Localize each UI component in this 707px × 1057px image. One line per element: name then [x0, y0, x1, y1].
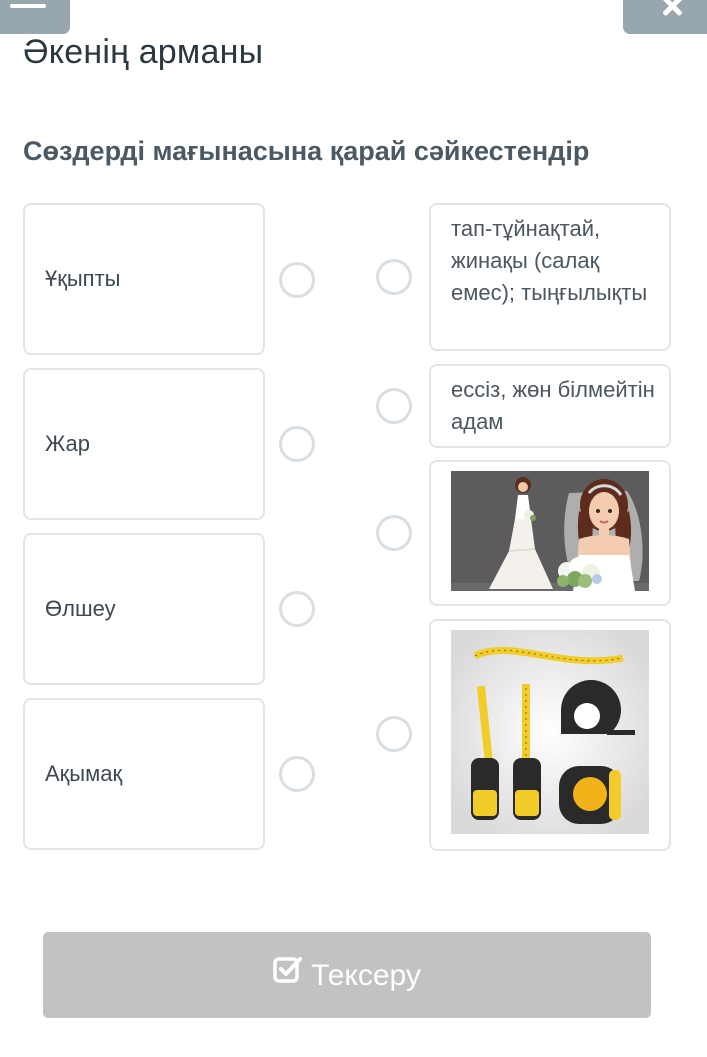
right-card-2[interactable]: ессіз, жөн білмейтін адам: [429, 364, 671, 448]
left-card-label: Жар: [45, 431, 91, 456]
bride-illustration: [451, 471, 649, 591]
left-card-1[interactable]: Ұқыпты: [23, 203, 265, 355]
right-card-text: ессіз, жөн білмейтін адам: [451, 377, 655, 434]
right-card-text: тап-тұйнақтай, жинақы (салақ емес); тыңғ…: [451, 216, 648, 305]
left-card-4[interactable]: Ақымақ: [23, 698, 265, 850]
left-card-label: Ұқыпты: [45, 266, 121, 291]
left-radio-4[interactable]: [279, 756, 315, 792]
close-icon: [659, 0, 685, 20]
left-radio-2[interactable]: [279, 426, 315, 462]
check-button-label: Тексеру: [311, 959, 421, 992]
right-radio-3[interactable]: [376, 515, 412, 551]
right-card-4[interactable]: [429, 619, 671, 851]
left-card-3[interactable]: Өлшеу: [23, 533, 265, 685]
left-radio-1[interactable]: [279, 262, 315, 298]
menu-button[interactable]: [0, 0, 70, 34]
checkbox-check-icon: [273, 931, 303, 1017]
page-title: Әкенің арманы: [23, 33, 264, 71]
tape-measures-illustration: [451, 630, 649, 834]
check-button[interactable]: Тексеру: [43, 932, 651, 1018]
task-instruction: Сөздерді мағынасына қарай сәйкестендір: [23, 136, 590, 166]
left-card-label: Ақымақ: [45, 761, 123, 786]
right-radio-4[interactable]: [376, 716, 412, 752]
right-card-3[interactable]: [429, 460, 671, 606]
close-button[interactable]: [623, 0, 707, 34]
right-radio-1[interactable]: [376, 259, 412, 295]
large-bride-figure: [557, 479, 643, 591]
right-card-1[interactable]: тап-тұйнақтай, жинақы (салақ емес); тыңғ…: [429, 203, 671, 351]
hamburger-icon: [10, 4, 46, 8]
left-radio-3[interactable]: [279, 591, 315, 627]
left-card-label: Өлшеу: [45, 596, 116, 621]
left-card-2[interactable]: Жар: [23, 368, 265, 520]
right-radio-2[interactable]: [376, 388, 412, 424]
